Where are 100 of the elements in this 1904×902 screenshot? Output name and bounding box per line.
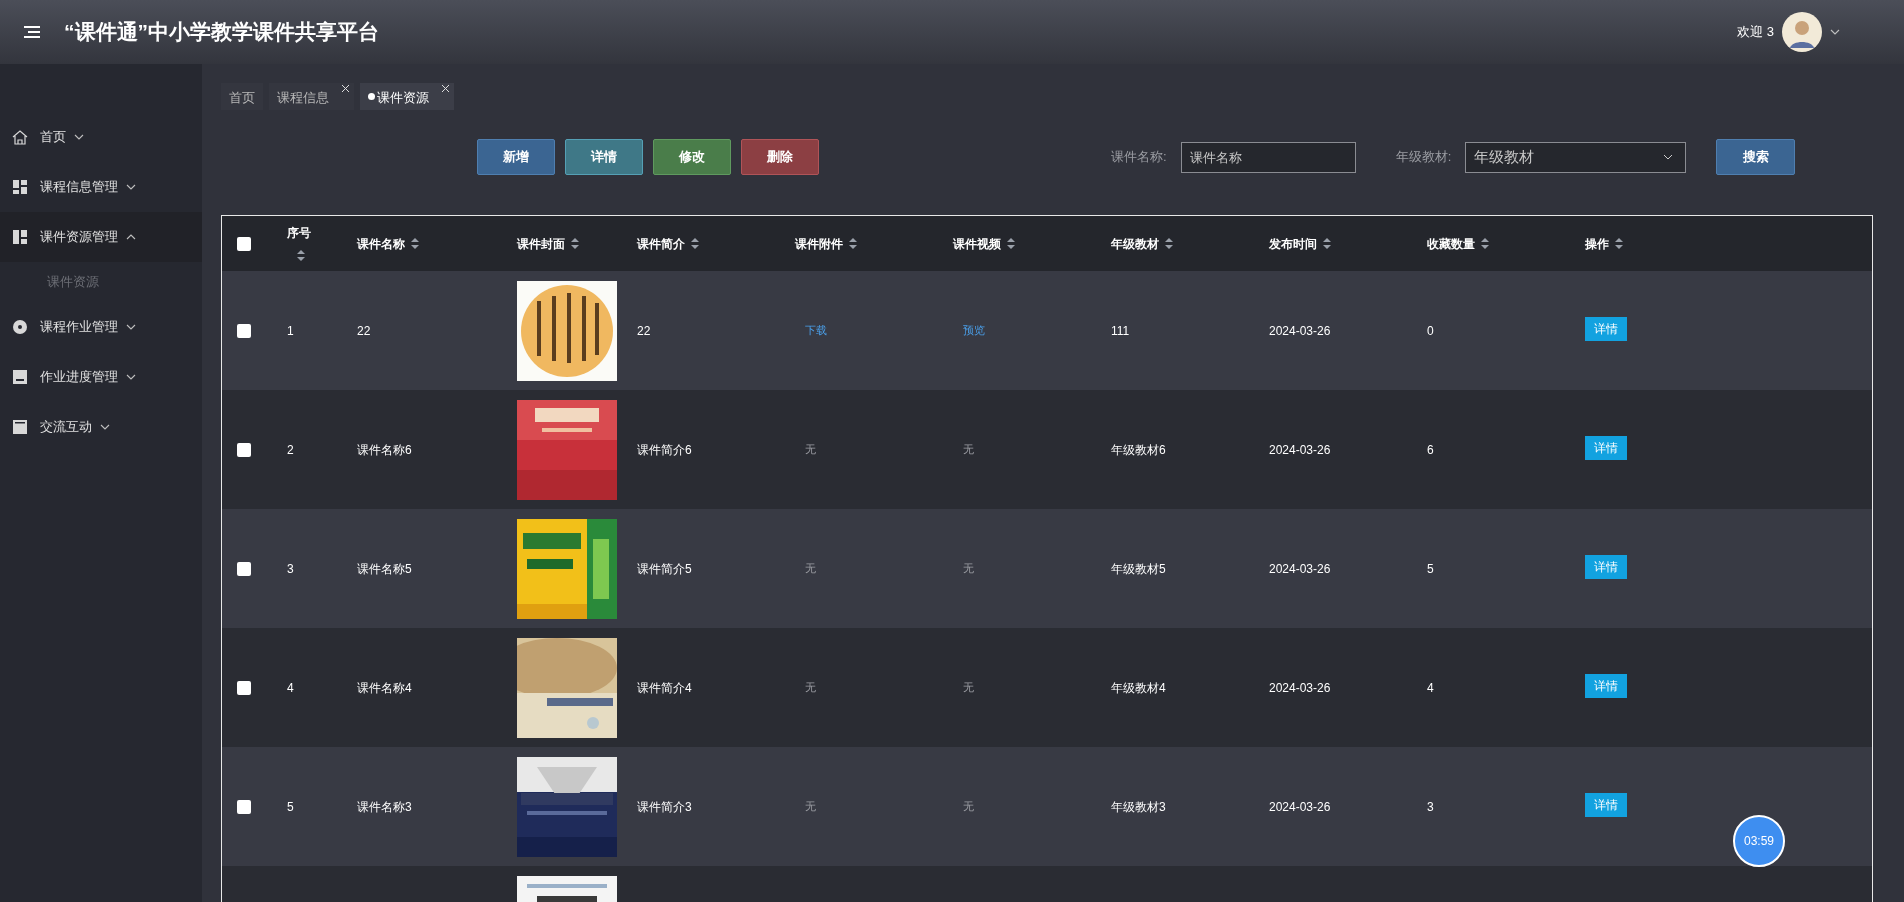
sort-icon[interactable] xyxy=(297,249,305,261)
table-cell-text: 无 xyxy=(962,561,974,577)
sort-icon[interactable] xyxy=(1615,238,1623,249)
checkbox[interactable] xyxy=(237,323,251,338)
grade-select[interactable]: 年级教材 xyxy=(1465,141,1687,173)
checkbox[interactable] xyxy=(237,442,251,457)
welcome-text: 欢迎 3 xyxy=(1737,23,1774,42)
table-cell-text: 无 xyxy=(962,680,974,696)
chevron-down-icon[interactable] xyxy=(1830,29,1840,35)
table-cell-text: 年级教材4 xyxy=(1111,679,1166,697)
field-label: 年级教材: xyxy=(1395,148,1452,167)
close-icon[interactable] xyxy=(341,84,350,93)
table-link[interactable]: 下载 xyxy=(795,322,827,339)
column-header[interactable]: 课件封面 xyxy=(517,234,565,253)
table-cell-text: 0 xyxy=(1427,322,1434,340)
columns-icon xyxy=(12,229,28,245)
chevron-down-icon[interactable] xyxy=(126,324,136,330)
chevron-down-icon[interactable] xyxy=(126,184,136,190)
sort-icon[interactable] xyxy=(1323,238,1331,249)
menu-icon[interactable] xyxy=(24,25,40,39)
table-cell-text: 6 xyxy=(1427,441,1434,459)
table-cell-text: 课件简介3 xyxy=(637,798,692,816)
table-cell-text: 4 xyxy=(287,679,294,697)
table-cell-text: 22 xyxy=(637,322,651,340)
table-cell-text: 无 xyxy=(962,442,974,458)
column-header[interactable]: 年级教材 xyxy=(1111,234,1159,253)
checkbox[interactable] xyxy=(237,561,251,576)
sort-icon[interactable] xyxy=(1165,238,1173,249)
sort-icon[interactable] xyxy=(571,238,579,249)
table-cell-text: 4 xyxy=(1427,679,1434,697)
table-cell-text: 年级教材6 xyxy=(1111,441,1166,459)
table-cell-text: 3 xyxy=(1427,798,1434,816)
sidebar-item[interactable]: 课程作业管理 xyxy=(0,302,202,352)
table-cell-text: 无 xyxy=(804,442,816,458)
app-title: “课件通”中小学教学课件共享平台 xyxy=(64,19,379,46)
table-cell-text: 课件名称6 xyxy=(357,441,412,459)
table-cell-text: 22 xyxy=(357,322,371,340)
column-header[interactable]: 操作 xyxy=(1585,234,1609,253)
detail-button[interactable]: 详情 xyxy=(565,139,643,175)
chevron-down-icon[interactable] xyxy=(126,374,136,380)
sort-icon[interactable] xyxy=(1481,238,1489,249)
table-cell-text: 无 xyxy=(804,680,816,696)
window-icon xyxy=(12,419,28,435)
table-cell-text: 无 xyxy=(804,799,816,815)
sidebar-item[interactable]: 作业进度管理 xyxy=(0,352,202,402)
column-header[interactable]: 发布时间 xyxy=(1269,234,1317,253)
column-header[interactable]: 课件名称 xyxy=(357,234,405,253)
search-button[interactable]: 搜索 xyxy=(1716,139,1796,175)
close-icon[interactable] xyxy=(441,84,450,93)
table-cell-text: 课件简介6 xyxy=(637,441,692,459)
sort-icon[interactable] xyxy=(849,238,857,249)
chevron-up-icon[interactable] xyxy=(126,234,136,240)
column-header[interactable]: 课件附件 xyxy=(795,234,843,253)
table-cell-text: 课件简介5 xyxy=(637,560,692,578)
table-cell-text: 课件名称3 xyxy=(357,798,412,816)
table-cell-text: 2024-03-26 xyxy=(1269,322,1331,340)
delete-button[interactable]: 删除 xyxy=(741,139,819,175)
checkbox[interactable] xyxy=(237,799,251,814)
add-button[interactable]: 新增 xyxy=(477,139,555,175)
tab[interactable]: 首页 xyxy=(221,83,263,110)
table-cell-text: 2024-03-26 xyxy=(1269,798,1331,816)
column-header[interactable]: 课件视频 xyxy=(953,234,1001,253)
table-cell-text: 课件名称4 xyxy=(357,679,412,697)
tab[interactable]: 课程信息 xyxy=(269,83,354,110)
tab[interactable]: 课件资源 xyxy=(360,83,454,110)
table-cell-text: 课件简介4 xyxy=(637,679,692,697)
sidebar-item[interactable]: 课程信息管理 xyxy=(0,162,202,212)
drive-icon xyxy=(12,369,28,385)
table-cell-text: 无 xyxy=(962,799,974,815)
table-link[interactable]: 预览 xyxy=(953,322,985,339)
avatar-icon[interactable] xyxy=(1782,12,1822,52)
dashboard-icon xyxy=(12,179,28,195)
table-cell-text: 2 xyxy=(287,441,294,459)
table-cell-text: 年级教材5 xyxy=(1111,560,1166,578)
table-cell-text: 2024-03-26 xyxy=(1269,679,1331,697)
table-cell-text: 1 xyxy=(287,322,294,340)
chevron-down-icon[interactable] xyxy=(100,424,110,430)
table-cell-text: 2024-03-26 xyxy=(1269,441,1331,459)
sort-icon[interactable] xyxy=(691,238,699,249)
sidebar-item[interactable]: 交流互动 xyxy=(0,402,202,452)
chevron-down-icon[interactable] xyxy=(74,134,84,140)
checkbox[interactable] xyxy=(237,680,251,695)
table-cell-text: 无 xyxy=(804,561,816,577)
column-header[interactable]: 收藏数量 xyxy=(1427,234,1475,253)
sidebar-item[interactable]: 课件资源管理 xyxy=(0,212,202,262)
table-cell-text: 5 xyxy=(287,798,294,816)
disc-icon xyxy=(12,319,28,335)
table-cell-text: 年级教材3 xyxy=(1111,798,1166,816)
name-input-field[interactable]: 课件名称 xyxy=(1180,141,1356,173)
sort-icon[interactable] xyxy=(1007,238,1015,249)
column-header[interactable]: 课件简介 xyxy=(637,234,685,253)
sort-icon[interactable] xyxy=(411,238,419,249)
table-cell-text: 3 xyxy=(287,560,294,578)
table-cell-text: 111 xyxy=(1111,322,1130,340)
sidebar-item[interactable]: 首页 xyxy=(0,112,202,162)
table-cell-text: 2024-03-26 xyxy=(1269,560,1331,578)
column-header[interactable]: 序号 xyxy=(287,223,357,242)
checkbox[interactable] xyxy=(237,236,251,251)
edit-button[interactable]: 修改 xyxy=(653,139,731,175)
home-icon xyxy=(12,129,28,145)
